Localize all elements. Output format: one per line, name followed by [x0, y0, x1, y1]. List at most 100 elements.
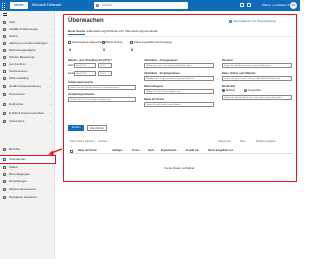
activities-ops-label: Aktivitäten - Vorgangsnamen	[144, 72, 180, 75]
sidebar-item-label: Gefährdungsverwaltung	[9, 84, 41, 88]
tab-retention-policies[interactable]: Aufbewahrungsrichtlinien für Überwachung…	[86, 29, 158, 34]
chevron-down-icon[interactable]: ⌄	[49, 110, 52, 117]
delete-button[interactable]: Löschen	[98, 139, 107, 145]
nav-icon	[3, 42, 6, 45]
sidebar-item[interactable]: Start	[0, 19, 55, 26]
col-search-name[interactable]: Name der Suche	[78, 148, 97, 154]
sidebar-item[interactable]: Endpunkte ⌄	[0, 101, 55, 108]
admin-units-label: Verwaltungseinheiten	[68, 93, 95, 96]
workload-input[interactable]: Geben Sie alle Workloads ein, nach denen…	[222, 95, 292, 100]
admin-units-select[interactable]: Wählen Sie die Verwaltungseinheiten aus	[68, 97, 136, 102]
sidebar-item[interactable]: Partnerkatalog ⌄	[0, 75, 55, 82]
customize-columns-button[interactable]: Spalten anpassen	[256, 139, 276, 145]
sidebar-item[interactable]: Suche ⌄	[0, 33, 55, 40]
sidebar-item-label: Endpunkte	[9, 102, 24, 106]
start-time-field[interactable]: 00:00	[98, 63, 112, 68]
file-input[interactable]: Geben Sie einen Datei-, Ordner- oder Web…	[222, 76, 292, 81]
sidebar-item[interactable]: Gefährdungsverwaltung ⌄	[0, 83, 55, 90]
chevron-down-icon[interactable]: ⌄	[49, 40, 52, 47]
tab-new-search[interactable]: Neue Suche	[68, 29, 86, 35]
sidebar-item-label: Einstellungen	[9, 179, 28, 183]
avatar[interactable]: PR	[290, 2, 297, 9]
sidebar-item[interactable]: Aktionen und Übermittlungen ⌄	[0, 40, 55, 47]
radio-any[interactable]: Beliebig	[222, 89, 235, 93]
nav-icon	[3, 77, 6, 80]
sidebar-item[interactable]: Weitere Ressourcen	[0, 186, 55, 193]
col-run-by[interactable]: Suche ausgeführt von	[208, 148, 233, 154]
help-icon[interactable]	[246, 3, 251, 7]
col-progress[interactable]: Fortsc...	[132, 148, 141, 154]
col-job-status[interactable]: Auftrags...	[112, 148, 124, 154]
nav-icon	[3, 70, 6, 73]
app-launcher-icon[interactable]	[2, 3, 7, 12]
sidebar-item-label: Navigation anpassen	[9, 195, 38, 199]
sidebar-item[interactable]: Lernzentrum	[0, 61, 55, 68]
col-search-time[interactable]: Such...	[148, 148, 156, 154]
chevron-down-icon[interactable]: ⌄	[49, 91, 52, 98]
sidebar-item-label: Lernzentrum	[9, 62, 26, 66]
completed-searches-check[interactable]: Suchvorgänge abgeschlossen	[68, 41, 107, 45]
sidebar-item[interactable]: Navigation anpassen	[0, 194, 55, 201]
sidebar-item-label: E-Mail & Zusammenarbeit	[9, 111, 44, 115]
audit-info-link[interactable]: Informationen zur Überwachung	[229, 19, 276, 23]
nav-icon	[3, 103, 6, 106]
app-title[interactable]: Microsoft Defender	[32, 3, 62, 8]
unfiltered-searches-check[interactable]: Aktive angeklickte Suchvorgänge	[130, 41, 172, 45]
start-date-field[interactable]: Mai 10 23	[74, 63, 96, 68]
nav-icon	[3, 158, 6, 161]
page-title: Überwachen	[68, 18, 104, 24]
filter-button[interactable]: Filter	[240, 139, 246, 145]
keyword-input[interactable]: Geben Sie das Schlüsselwort ein, nach de…	[68, 85, 136, 90]
hamburger-menu-icon[interactable]	[3, 13, 7, 16]
active-searches-check[interactable]: Aktive Suchen	[102, 41, 123, 45]
sidebar-item[interactable]: Bedrohungsanalyse	[0, 47, 55, 54]
sidebar-item[interactable]: Testversionen	[0, 68, 55, 75]
activities-ops-input[interactable]: Eingeben der Vorgangsnamen, getrennt dur…	[144, 76, 214, 81]
record-types-select[interactable]: Wählen Sie die Datensatztypen aus	[144, 89, 214, 94]
chevron-down-icon[interactable]: ⌄	[49, 75, 52, 82]
top-icons	[240, 3, 253, 8]
chevron-down-icon[interactable]: ⌄	[49, 33, 52, 40]
sidebar-item-label: Berichte	[9, 147, 21, 151]
activities-friendly-select[interactable]: Wählen Sie aus, nach welchen Aktivitäten…	[144, 63, 214, 68]
unfiltered-searches-count: 0	[131, 47, 134, 52]
select-all-checkbox[interactable]	[70, 149, 73, 153]
sidebar-item-label: Ressourcen	[9, 92, 26, 96]
settings-icon[interactable]	[240, 3, 244, 7]
nav-icon	[3, 35, 6, 38]
sidebar-item[interactable]: Einstellungen	[0, 178, 55, 185]
chevron-down-icon[interactable]: ⌄	[49, 26, 52, 33]
sidebar-item-label: Aktionen und Übermittlungen	[9, 41, 48, 45]
nav-icon	[3, 148, 6, 151]
sidebar-item-label: Partnerkatalog	[9, 76, 29, 80]
sidebar-item[interactable]: Vorfälle & Warnungen ⌄	[0, 26, 55, 33]
end-date-field[interactable]: Mai 18 23	[74, 71, 96, 76]
search-button[interactable]: Suchen	[68, 125, 84, 131]
nav-icon	[3, 93, 6, 96]
nav-icon	[3, 63, 6, 66]
search-input[interactable]: Suchen	[94, 2, 188, 9]
sidebar-item-label: Suche	[9, 34, 18, 38]
clear-all-button[interactable]: Alle löschen	[87, 125, 107, 131]
sidebar-item[interactable]: Status	[0, 164, 55, 171]
chevron-down-icon[interactable]: ⌄	[49, 101, 52, 108]
search-name-input[interactable]: Geben Sie der Suche einen Namen	[144, 102, 214, 107]
col-result-period[interactable]: Ergebniszeitr...	[161, 148, 178, 154]
sidebar-item-label: Sichere Bewertung	[9, 55, 35, 59]
user-name[interactable]: Pfarrer | Lobbleiter P...	[262, 3, 292, 8]
sidebar-item-label: Bedrohungsanalyse	[9, 48, 36, 52]
sidebar-item[interactable]: Sichere Bewertung	[0, 54, 55, 61]
radio-selected[interactable]: Ausgewählt	[244, 89, 261, 93]
sidebar-item[interactable]: E-Mail & Zusammenarbeit ⌄	[0, 110, 55, 117]
sidebar-item-label: Berechtigungen	[9, 172, 31, 176]
end-time-field[interactable]: 00:00	[98, 71, 112, 76]
chevron-down-icon[interactable]: ⌄	[49, 118, 52, 125]
copy-search-button[interactable]: Diese Suche kopieren	[70, 139, 94, 145]
active-searches-count: 0	[103, 47, 106, 52]
col-created-by[interactable]: Erstellt von	[186, 148, 199, 154]
sidebar-item[interactable]: Cloud Apps ⌄	[0, 118, 55, 125]
users-input[interactable]: Fügen Sie die Benutzer hinzu, deren Über…	[222, 63, 292, 68]
chevron-down-icon[interactable]: ⌄	[49, 83, 52, 90]
sidebar-item[interactable]: Ressourcen ⌄	[0, 91, 55, 98]
sidebar-item[interactable]: Berechtigungen	[0, 171, 55, 178]
